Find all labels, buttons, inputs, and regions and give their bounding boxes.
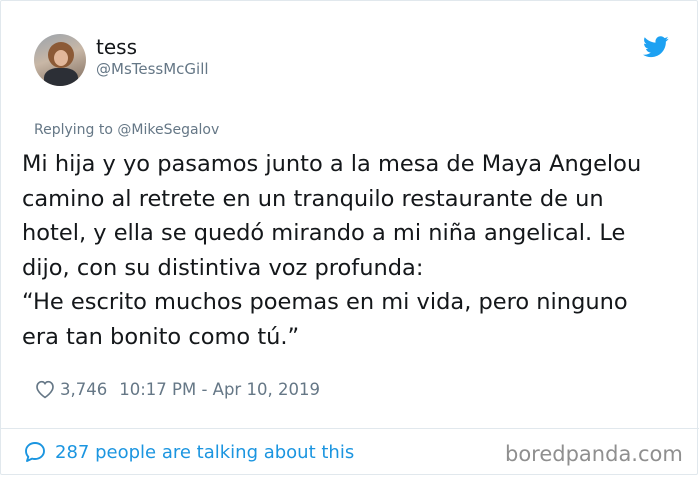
avatar[interactable] [34, 34, 86, 86]
watermark: boredpanda.com [505, 442, 683, 466]
avatar-body [44, 68, 78, 86]
tweet-line: camino al retrete en un tranquilo restau… [22, 185, 604, 212]
divider [1, 428, 699, 429]
heart-icon[interactable] [34, 379, 56, 399]
tweet-line: era tan bonito como tú.” [22, 323, 300, 350]
tweet-line: dijo, con su distintiva voz profunda: [22, 254, 424, 281]
author-name[interactable]: tess [96, 35, 137, 59]
tweet-line: “He escrito muchos poemas en mi vida, pe… [22, 289, 628, 315]
conversation-link[interactable]: 287 people are talking about this [23, 440, 354, 464]
twitter-bird-icon[interactable] [643, 36, 669, 58]
author-handle[interactable]: @MsTessMcGill [96, 60, 209, 78]
tweet-line: Mi hija y yo pasamos junto a la mesa de … [22, 151, 642, 177]
replying-to[interactable]: Replying to @MikeSegalov [34, 122, 219, 138]
speech-bubble-icon [25, 442, 45, 462]
conversation-label[interactable]: 287 people are talking about this [55, 442, 354, 463]
timestamp[interactable]: 10:17 PM - Apr 10, 2019 [119, 380, 320, 399]
avatar-face [54, 50, 68, 66]
tweet-text: Mi hija y yo pasamos junto a la mesa de … [22, 147, 692, 354]
tweet-meta: 3,746 10:17 PM - Apr 10, 2019 [34, 376, 320, 402]
tweet-line: hotel, y ella se quedó mirando a mi niña… [22, 220, 626, 246]
tweet-card: tess @MsTessMcGill Replying to @MikeSega… [0, 0, 699, 475]
like-count[interactable]: 3,746 [60, 380, 107, 399]
